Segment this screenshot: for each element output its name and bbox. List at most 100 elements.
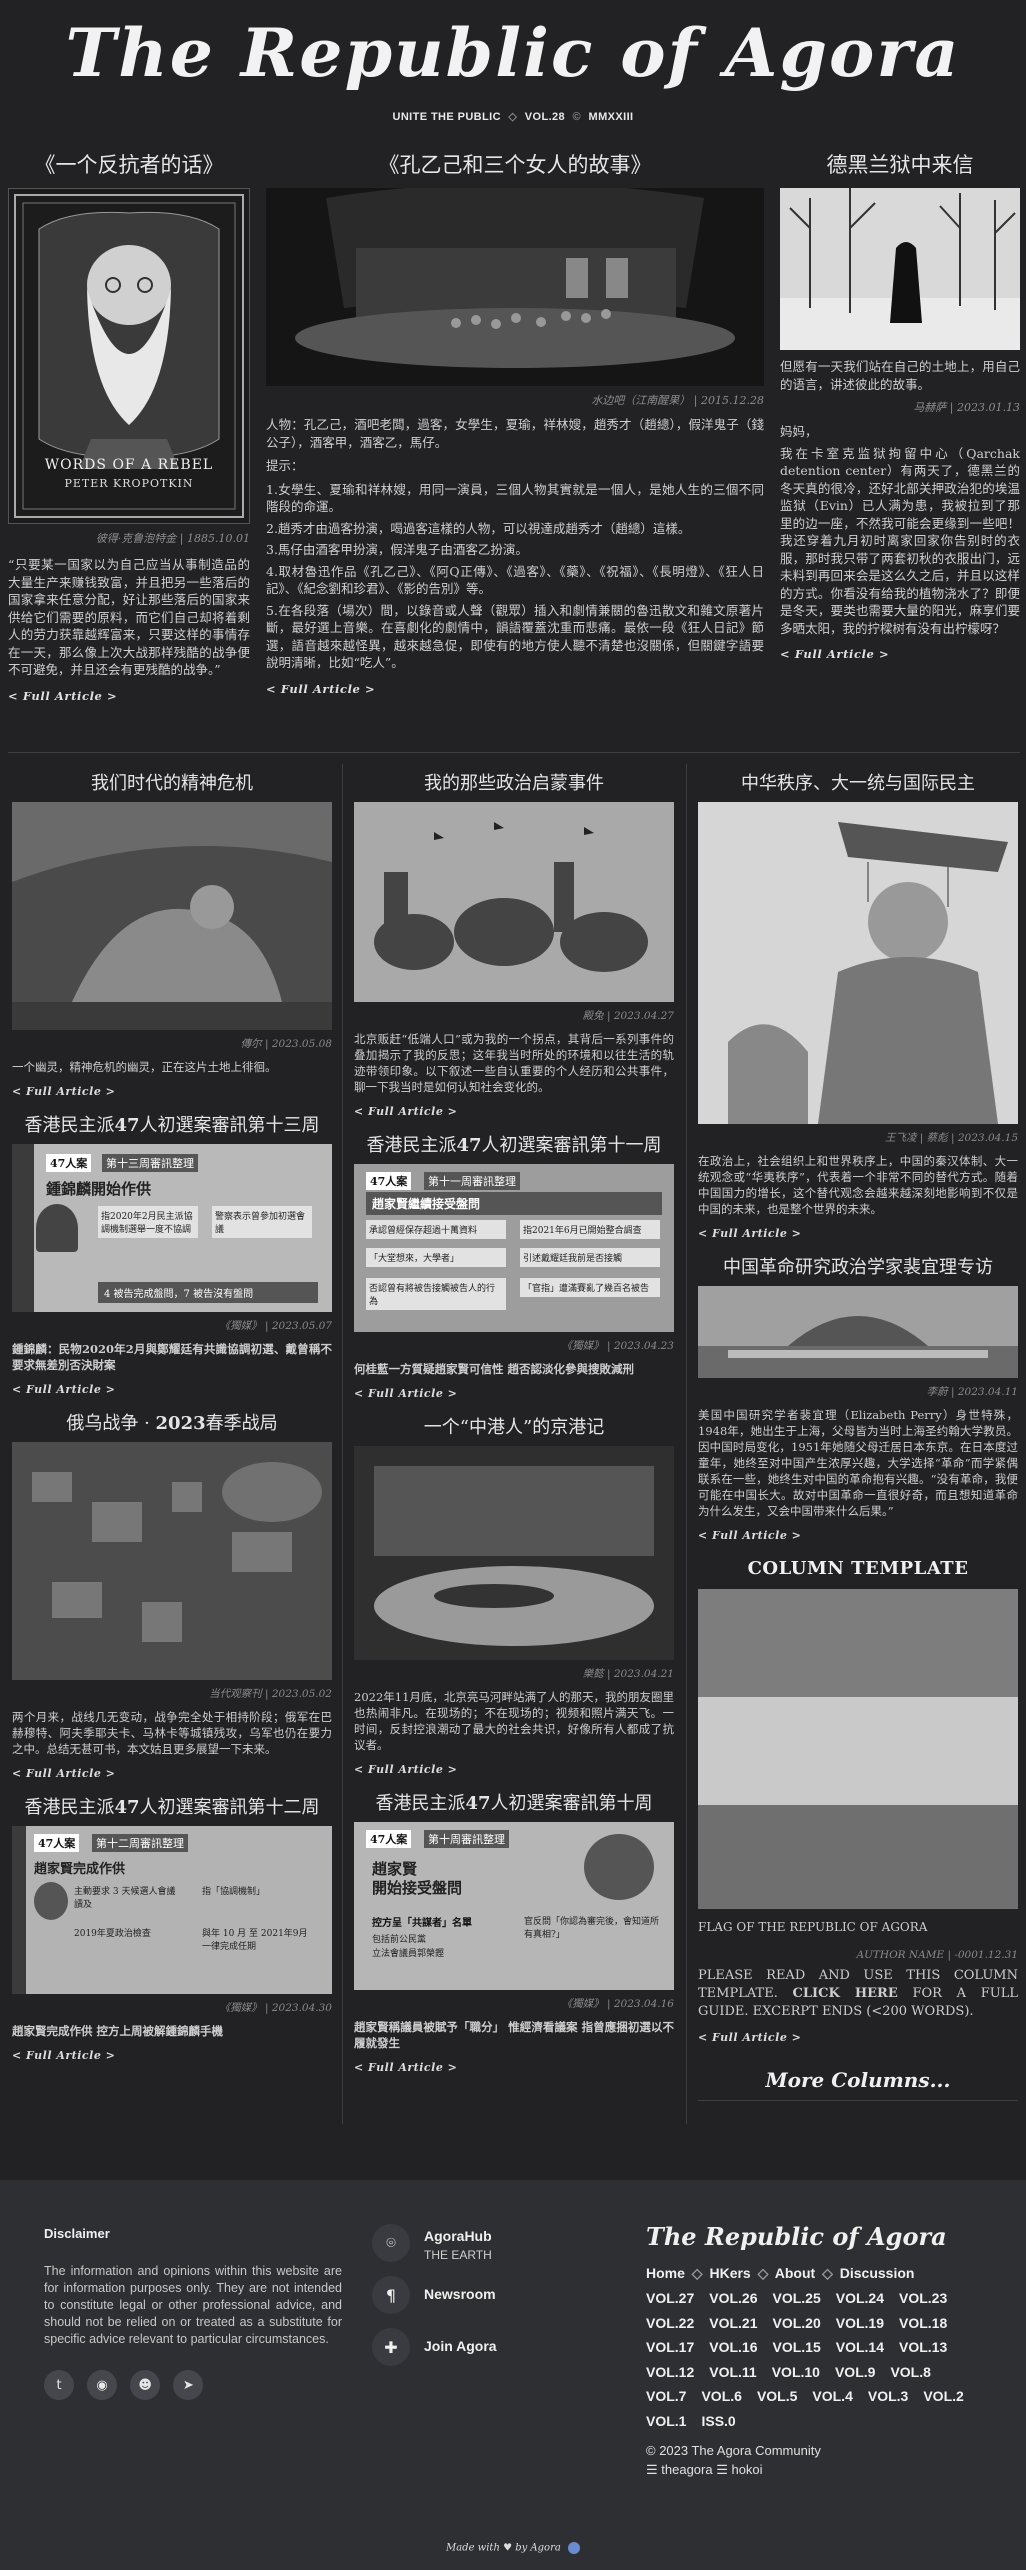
telegram-icon[interactable]: ➤ xyxy=(173,2370,204,2400)
nav-hkers[interactable]: HKers xyxy=(709,2265,750,2281)
article-title[interactable]: 一个“中港人”的京港记 xyxy=(354,1416,674,1440)
more-columns-link[interactable]: More Columns... xyxy=(698,2068,1018,2092)
agora-logo-icon[interactable] xyxy=(568,2542,581,2554)
full-article-link[interactable]: < Full Article > xyxy=(698,1227,1018,1240)
article-title[interactable]: 香港民主派47人初選案審訊第十三周 xyxy=(12,1114,332,1138)
article-title[interactable]: 香港民主派47人初選案審訊第十二周 xyxy=(12,1796,332,1820)
full-article-link[interactable]: < Full Article > xyxy=(266,682,764,696)
newsroom-link[interactable]: ¶ Newsroom xyxy=(372,2276,612,2314)
article-image[interactable] xyxy=(698,1286,1018,1378)
trial-summary-board[interactable]: 47人案 第十二周審訊整理 趙家賢完成作供 主動要求 3 天候選人會議讀及 指「… xyxy=(12,1826,332,1994)
full-article-link[interactable]: < Full Article > xyxy=(780,647,1020,661)
full-article-link[interactable]: < Full Article > xyxy=(12,1085,332,1098)
volume-link[interactable]: VOL.12 xyxy=(646,2360,694,2385)
article-caption: 马赫萨 | 2023.01.13 xyxy=(913,401,1020,414)
full-article-link[interactable]: < Full Article > xyxy=(8,689,250,703)
volume-link[interactable]: VOL.10 xyxy=(772,2360,820,2385)
article-caption: 傳尔 | 2023.05.08 xyxy=(240,1038,332,1050)
masthead-subtitle: UNITE THE PUBLIC ◇ VOL.28 © MMXXIII xyxy=(0,110,1026,123)
join-agora-link[interactable]: ✚ Join Agora xyxy=(372,2328,612,2366)
credits-text[interactable]: ☰ theagora ☰ hokoi xyxy=(646,2462,996,2478)
footer-brand[interactable]: The Republic of Agora xyxy=(646,2222,996,2251)
volume-link[interactable]: VOL.20 xyxy=(773,2311,821,2336)
section-divider xyxy=(8,752,1020,753)
nav-about[interactable]: About xyxy=(775,2265,815,2281)
full-article-link[interactable]: < Full Article > xyxy=(354,2061,674,2074)
guide-link[interactable]: CLICK HERE xyxy=(793,1986,898,2001)
full-article-link[interactable]: < Full Article > xyxy=(698,2031,1018,2044)
volume-link[interactable]: VOL.17 xyxy=(646,2335,694,2360)
volume-link[interactable]: VOL.26 xyxy=(709,2286,757,2311)
volume-link[interactable]: VOL.16 xyxy=(709,2335,757,2360)
volume-link[interactable]: VOL.14 xyxy=(836,2335,884,2360)
article-title[interactable]: 《一个反抗者的话》 xyxy=(8,150,250,180)
article-cast: 人物：孔乙己，酒吧老闆，過客，女學生，夏瑜，祥林嫂，趙秀才（趙總），假洋鬼子（錢… xyxy=(266,417,764,450)
animal-crowd-icon xyxy=(354,802,674,1002)
article-image[interactable] xyxy=(12,1442,332,1680)
article-excerpt: 北京贩赶“低端人口”或为我的一个拐点，其背后一系列事件的叠加揭示了我的反思；这年… xyxy=(354,1032,674,1094)
twitter-icon[interactable]: t xyxy=(44,2370,74,2400)
stage-photo[interactable] xyxy=(266,188,764,386)
volume-link[interactable]: VOL.27 xyxy=(646,2286,694,2311)
disclaimer-text: The information and opinions within this… xyxy=(44,2264,342,2346)
article-title[interactable]: 中国革命研究政治学家裴宜理专访 xyxy=(698,1256,1018,1280)
map-pin-icon: ⌾ xyxy=(372,2224,410,2262)
volume-link[interactable]: VOL.22 xyxy=(646,2311,694,2336)
volume-link[interactable]: VOL.25 xyxy=(773,2286,821,2311)
article-image[interactable] xyxy=(354,802,674,1002)
volume-link[interactable]: VOL.23 xyxy=(899,2286,947,2311)
article-salutation: 妈妈， xyxy=(780,424,818,439)
full-article-link[interactable]: < Full Article > xyxy=(698,1529,1018,1542)
article-image[interactable] xyxy=(698,802,1018,1124)
nav-home[interactable]: Home xyxy=(646,2265,685,2281)
article-image[interactable] xyxy=(12,802,332,1030)
template-title[interactable]: COLUMN TEMPLATE xyxy=(698,1558,1018,1579)
article-title[interactable]: 我们时代的精神危机 xyxy=(12,772,332,796)
trial-summary-board[interactable]: 47人案 第十三周審訊整理 鍾錦麟開始作供 指2020年2月民主派協調機制選舉一… xyxy=(12,1144,332,1312)
volume-link[interactable]: VOL.7 xyxy=(646,2384,686,2409)
article-title[interactable]: 我的那些政治启蒙事件 xyxy=(354,772,674,796)
full-article-link[interactable]: < Full Article > xyxy=(354,1387,674,1400)
full-article-link[interactable]: < Full Article > xyxy=(12,1767,332,1780)
volume-link[interactable]: VOL.8 xyxy=(890,2360,930,2385)
article-title[interactable]: 俄乌战争 · 2023春季战局 xyxy=(12,1412,332,1436)
volume-link[interactable]: ISS.0 xyxy=(701,2409,735,2434)
article-image[interactable] xyxy=(354,1446,674,1660)
trial-summary-board[interactable]: 47人案 第十一周審訊整理 趙家賢繼續接受盤問 承認曾經保存超過十萬資料 指20… xyxy=(354,1164,674,1332)
volume-link[interactable]: VOL.9 xyxy=(835,2360,875,2385)
volume-link[interactable]: VOL.1 xyxy=(646,2409,686,2434)
volume-link[interactable]: VOL.4 xyxy=(812,2384,852,2409)
article-title[interactable]: 《孔乙己和三个女人的故事》 xyxy=(266,150,764,180)
article-title[interactable]: 香港民主派47人初選案審訊第十一周 xyxy=(354,1134,674,1158)
article-title[interactable]: 香港民主派47人初選案審訊第十周 xyxy=(354,1792,674,1816)
full-article-link[interactable]: < Full Article > xyxy=(354,1763,674,1776)
volume-link[interactable]: VOL.15 xyxy=(773,2335,821,2360)
book-cover-image[interactable]: WORDS OF A REBEL PETER KROPOTKIN xyxy=(8,188,250,524)
full-article-link[interactable]: < Full Article > xyxy=(12,1383,332,1396)
reddit-icon[interactable]: ☻ xyxy=(130,2370,161,2400)
trial-summary-board[interactable]: 47人案 第十周審訊整理 趙家賢 開始接受盤問 控方呈「共謀者」名單 包括前公民… xyxy=(354,1822,674,1990)
article-hint-2: 2.趙秀才由過客扮演，喝過客這樣的人物，可以視達成趙秀才（趙總）這樣。 xyxy=(266,520,691,536)
volume-link[interactable]: VOL.11 xyxy=(709,2360,756,2385)
site-title[interactable]: The Republic of Agora xyxy=(0,14,1026,92)
article-caption: 樂懿 | 2023.04.21 xyxy=(582,1668,674,1680)
github-icon[interactable]: ◉ xyxy=(87,2370,118,2400)
volume-link[interactable]: VOL.2 xyxy=(923,2384,963,2409)
winter-photo[interactable] xyxy=(780,188,1020,350)
board-point: 指2021年6月已開始整合調查 xyxy=(520,1220,660,1239)
volume-link[interactable]: VOL.18 xyxy=(899,2311,947,2336)
article-title[interactable]: 中华秩序、大一统与国际民主 xyxy=(698,772,1018,796)
volume-link[interactable]: VOL.5 xyxy=(757,2384,797,2409)
volume-link[interactable]: VOL.3 xyxy=(868,2384,908,2409)
full-article-link[interactable]: < Full Article > xyxy=(12,2049,332,2062)
volume-link[interactable]: VOL.24 xyxy=(836,2286,884,2311)
full-article-link[interactable]: < Full Article > xyxy=(354,1105,674,1118)
volume-link[interactable]: VOL.21 xyxy=(709,2311,757,2336)
volume-link[interactable]: VOL.13 xyxy=(899,2335,947,2360)
nav-discussion[interactable]: Discussion xyxy=(840,2265,915,2281)
article-title[interactable]: 德黑兰狱中来信 xyxy=(780,150,1020,180)
agorahub-link[interactable]: ⌾ AgoraHub THE EARTH xyxy=(372,2224,612,2262)
volume-link[interactable]: VOL.6 xyxy=(701,2384,741,2409)
volume-link[interactable]: VOL.19 xyxy=(836,2311,884,2336)
article-hint-3: 3.馬仔由酒客甲扮演，假洋鬼子由酒客乙扮演。 xyxy=(266,542,528,557)
